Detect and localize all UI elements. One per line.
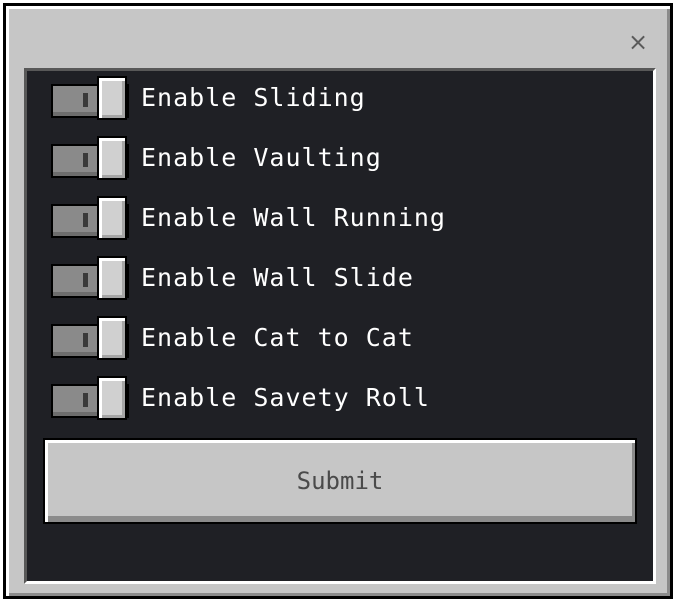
toggle-savety-roll[interactable]: [51, 376, 129, 420]
toggle-row-wall-slide: Enable Wall Slide: [51, 254, 414, 300]
toggle-label: Enable Vaulting: [141, 142, 382, 172]
toggle-row-wall-running: Enable Wall Running: [51, 194, 446, 240]
toggle-wall-running[interactable]: [51, 196, 129, 240]
toggle-knob: [97, 136, 127, 180]
toggle-row-sliding: Enable Sliding: [51, 74, 366, 120]
toggle-wall-slide[interactable]: [51, 256, 129, 300]
toggle-tick: [83, 213, 88, 227]
toggle-knob: [97, 196, 127, 240]
toggle-knob: [97, 376, 127, 420]
toggle-tick: [83, 273, 88, 287]
toggle-tick: [83, 153, 88, 167]
toggle-tick: [83, 333, 88, 347]
toggle-sliding[interactable]: [51, 76, 129, 120]
toggle-row-vaulting: Enable Vaulting: [51, 134, 382, 180]
toggle-label: Enable Savety Roll: [141, 382, 430, 412]
toggle-tick: [83, 93, 88, 107]
toggle-label: Enable Cat to Cat: [141, 322, 414, 352]
toggle-label: Enable Wall Slide: [141, 262, 414, 292]
toggle-label: Enable Sliding: [141, 82, 366, 112]
toggle-knob: [97, 76, 127, 120]
toggle-label: Enable Wall Running: [141, 202, 446, 232]
toggle-tick: [83, 393, 88, 407]
toggle-row-cat-to-cat: Enable Cat to Cat: [51, 314, 414, 360]
close-icon[interactable]: ×: [624, 28, 652, 56]
toggle-vaulting[interactable]: [51, 136, 129, 180]
submit-button[interactable]: Submit: [43, 438, 637, 524]
toggle-cat-to-cat[interactable]: [51, 316, 129, 360]
toggle-row-savety-roll: Enable Savety Roll: [51, 374, 430, 420]
settings-dialog: × Enable Sliding Enable Vaulting Enable …: [3, 3, 673, 599]
toggle-knob: [97, 316, 127, 360]
toggle-knob: [97, 256, 127, 300]
